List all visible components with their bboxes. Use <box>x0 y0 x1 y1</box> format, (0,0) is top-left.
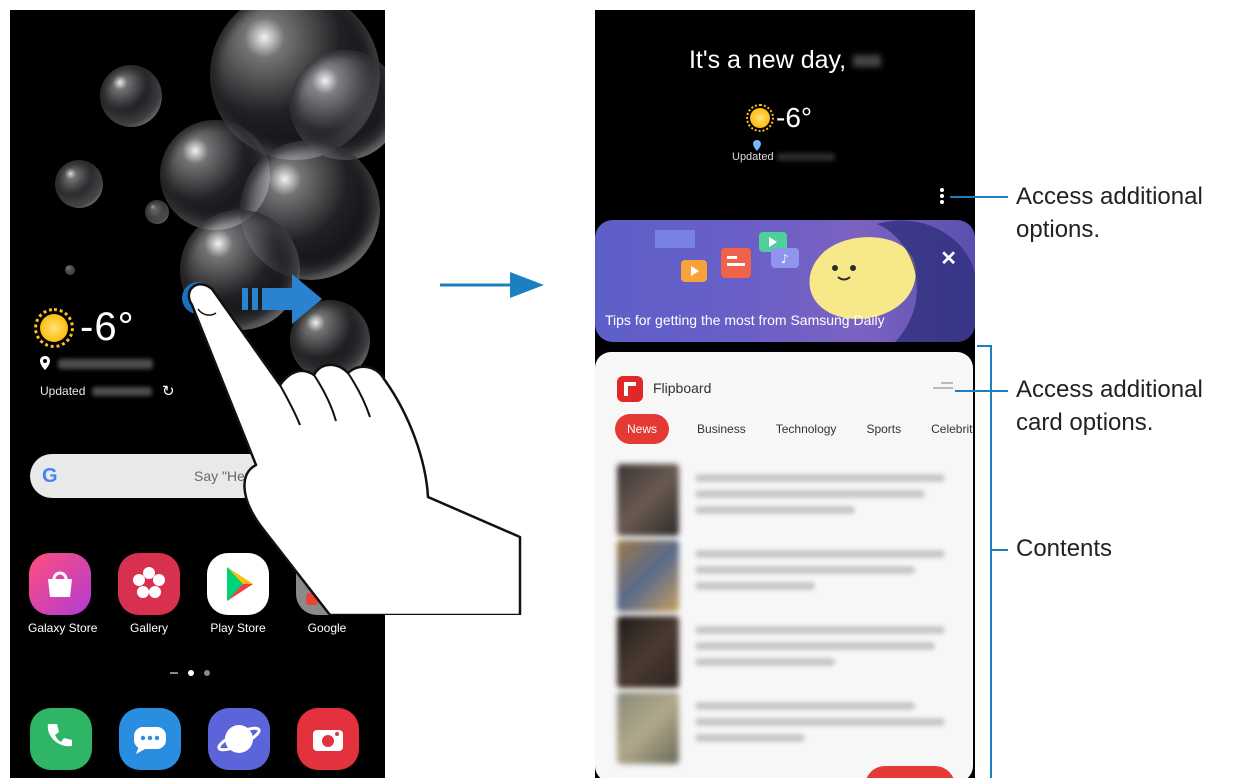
close-icon[interactable]: ✕ <box>940 246 957 271</box>
greeting-text: It's a new day, <box>595 46 975 75</box>
news-item[interactable] <box>617 464 947 536</box>
tab-business[interactable]: Business <box>697 422 746 436</box>
samsung-daily-phone: It's a new day, -6° Updated ♪ ✕ Tips for… <box>595 10 975 778</box>
callout-card-options: Access additional card options. <box>1016 376 1203 436</box>
app-label: Galaxy Store <box>28 621 98 635</box>
app-gallery[interactable]: Gallery <box>117 553 181 635</box>
app-label: Gallery <box>129 621 168 635</box>
app-galaxy-store[interactable]: Galaxy Store <box>28 553 98 635</box>
messages-icon[interactable] <box>119 708 181 770</box>
news-item[interactable] <box>617 616 947 688</box>
transition-arrow-icon <box>440 272 544 298</box>
updated-label: Updated <box>732 151 774 163</box>
google-g-icon: G <box>42 465 58 487</box>
refresh-icon[interactable]: ↻ <box>162 382 175 400</box>
camera-icon[interactable] <box>297 708 359 770</box>
temperature: -6° <box>80 305 135 349</box>
weather-widget[interactable]: -6° <box>34 305 135 350</box>
phone-icon[interactable] <box>30 708 92 770</box>
flipboard-logo-icon <box>617 376 643 402</box>
gallery-flower-icon <box>118 553 180 615</box>
flipboard-card[interactable]: Flipboard News Business Technology Sport… <box>595 352 973 778</box>
tab-sports[interactable]: Sports <box>866 422 901 436</box>
app-label: Play Store <box>210 621 266 635</box>
tips-card[interactable]: ♪ ✕ Tips for getting the most from Samsu… <box>595 220 975 342</box>
more-options-icon[interactable] <box>939 187 945 210</box>
app-label: Google <box>307 621 347 635</box>
sun-icon <box>34 307 74 348</box>
tab-technology[interactable]: Technology <box>776 422 837 436</box>
hand-gesture-icon <box>187 283 522 615</box>
card-options-icon[interactable] <box>933 382 953 392</box>
callout-contents: Contents <box>1016 535 1113 562</box>
page-indicator <box>170 670 210 676</box>
weather-widget[interactable]: -6° <box>746 102 813 134</box>
tab-news[interactable]: News <box>615 414 670 444</box>
svg-text:♪: ♪ <box>781 252 789 266</box>
contents-bracket-top <box>977 345 991 347</box>
contents-bracket <box>990 345 992 778</box>
updated-label: Updated <box>40 384 86 398</box>
internet-browser-icon[interactable] <box>208 708 270 770</box>
callout-line <box>955 390 1008 392</box>
sun-icon <box>746 104 774 132</box>
flipboard-title: Flipboard <box>653 380 712 396</box>
news-item[interactable] <box>617 692 947 764</box>
callout-line <box>990 549 1008 551</box>
flipboard-tabs: News Business Technology Sports Celebrit… <box>615 414 973 444</box>
tab-celebrity[interactable]: Celebrity <box>931 422 973 436</box>
temperature: -6° <box>776 102 813 133</box>
galaxy-store-icon <box>29 553 91 615</box>
location-pin-icon <box>40 356 50 375</box>
floating-action-button[interactable] <box>865 766 955 778</box>
tips-card-text: Tips for getting the most from Samsung D… <box>605 312 885 328</box>
callout-more-options: Access additional options. <box>1016 183 1203 243</box>
callout-line <box>950 196 1008 198</box>
page-indicator-menu <box>170 672 178 674</box>
page-dot-current <box>188 670 194 676</box>
news-item[interactable] <box>617 540 947 612</box>
page-dot <box>204 670 210 676</box>
